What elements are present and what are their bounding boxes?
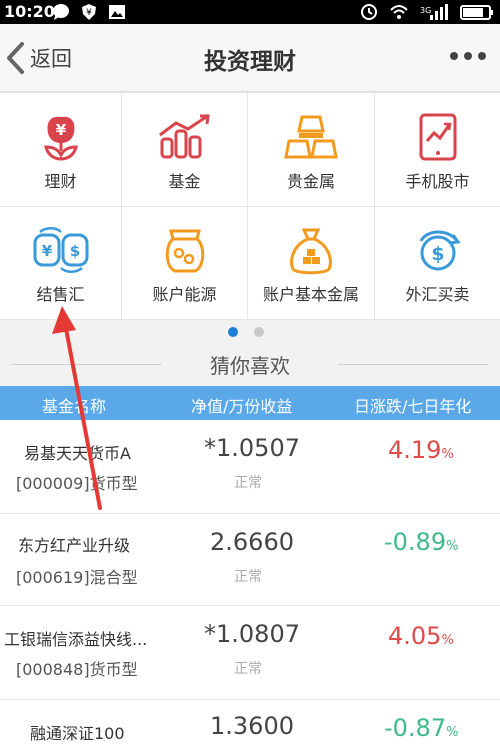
table-row[interactable]: 工银瑞信添益快线... [000848]货币型 *1.0807 正常 4.05% — [0, 606, 500, 700]
bar-chart-icon — [158, 114, 210, 159]
energy-jar-icon — [165, 229, 204, 273]
menu-item-fund[interactable]: 基金 — [122, 93, 247, 206]
signal-icon: 3G — [420, 4, 448, 20]
svg-text:¥: ¥ — [41, 242, 52, 260]
fund-change: -0.89% — [384, 528, 459, 556]
menu-grid: ¥ 理财 基金 贵金属 手机股市 ¥ $ 结售汇 账户能源 账户基本金属 $ 外… — [0, 92, 500, 320]
svg-text:3G: 3G — [420, 6, 431, 15]
tablet-chart-icon — [419, 113, 456, 161]
column-header-nav: 净值/万份收益 — [191, 397, 293, 416]
table-row[interactable]: 东方红产业升级 [000619]混合型 2.6660 正常 -0.89% — [0, 514, 500, 606]
fund-nav: 1.3600 — [210, 712, 294, 740]
dollar-cycle-icon: $ — [419, 230, 461, 271]
menu-item-label: 账户基本金属 — [262, 285, 359, 304]
fund-status: 正常 — [234, 569, 262, 585]
menu-item-label: 外汇买卖 — [405, 285, 470, 304]
fund-status: 正常 — [234, 661, 262, 677]
page-indicator-active[interactable] — [228, 327, 238, 337]
page-title: 投资理财 — [204, 49, 296, 75]
column-header-name: 基金名称 — [42, 397, 107, 416]
menu-item-label: 结售汇 — [36, 285, 85, 304]
menu-item-label: 手机股市 — [405, 172, 470, 191]
fund-code: [000619]混合型 — [16, 568, 138, 587]
more-dot-icon — [478, 52, 486, 60]
menu-item-label: 账户能源 — [152, 285, 217, 304]
fund-nav: *1.0507 — [204, 434, 300, 462]
fund-name: 易基天天货币A — [24, 444, 131, 463]
svg-text:$: $ — [69, 242, 79, 260]
svg-text:$: $ — [431, 243, 444, 265]
fund-nav: *1.0807 — [204, 620, 300, 648]
image-icon — [109, 5, 125, 19]
section-title: 猜你喜欢 — [210, 354, 290, 378]
battery-icon — [460, 5, 493, 20]
svg-text:¥: ¥ — [86, 8, 92, 18]
shield-icon: ¥ — [82, 4, 96, 20]
fund-name: 融通深证100 — [30, 724, 125, 743]
menu-item-base-metal[interactable]: 账户基本金属 — [248, 207, 374, 319]
fund-code: [000848]货币型 — [16, 660, 138, 679]
menu-item-mobile-stock[interactable]: 手机股市 — [375, 93, 500, 206]
chat-icon — [53, 4, 69, 20]
nav-bar: 返回 投资理财 — [0, 24, 500, 92]
section-header: 猜你喜欢 — [0, 320, 500, 386]
more-dot-icon — [464, 52, 472, 60]
currency-exchange-icon: ¥ $ — [33, 227, 88, 273]
gold-bars-icon — [284, 115, 338, 159]
fund-change: 4.05% — [388, 622, 454, 650]
flower-money-icon: ¥ — [43, 116, 78, 161]
table-row[interactable]: 易基天天货币A [000009]货币型 *1.0507 正常 4.19% — [0, 420, 500, 514]
fund-change: -0.87% — [384, 714, 459, 742]
metal-bag-icon — [290, 228, 332, 275]
menu-item-fx-settlement[interactable]: ¥ $ 结售汇 — [0, 207, 121, 319]
table-row[interactable]: 融通深证100 1.3600 -0.87% — [0, 700, 500, 746]
table-header: 基金名称 净值/万份收益 日涨跌/七日年化 — [0, 386, 500, 420]
more-button[interactable] — [450, 52, 486, 60]
fund-name: 工银瑞信添益快线... — [4, 630, 148, 649]
menu-item-precious-metal[interactable]: 贵金属 — [248, 93, 374, 206]
column-header-change: 日涨跌/七日年化 — [354, 397, 472, 416]
fund-nav: 2.6660 — [210, 528, 294, 556]
status-time: 10:20 — [4, 2, 55, 21]
menu-item-label: 贵金属 — [286, 172, 335, 191]
menu-item-label: 基金 — [168, 172, 201, 191]
fund-change: 4.19% — [388, 436, 454, 464]
menu-item-licai[interactable]: ¥ 理财 — [0, 93, 121, 206]
status-bar: 10:20 ¥ 3G — [0, 0, 500, 24]
svg-text:¥: ¥ — [55, 121, 66, 139]
wifi-icon — [390, 5, 408, 19]
page-indicator[interactable] — [254, 327, 264, 337]
menu-item-energy[interactable]: 账户能源 — [122, 207, 247, 319]
fund-name: 东方红产业升级 — [18, 536, 131, 555]
menu-item-label: 理财 — [44, 172, 77, 191]
menu-item-forex[interactable]: $ 外汇买卖 — [375, 207, 500, 319]
alarm-icon — [361, 4, 377, 20]
fund-code: [000009]货币型 — [16, 474, 138, 493]
more-dot-icon — [450, 52, 458, 60]
fund-status: 正常 — [234, 475, 262, 491]
